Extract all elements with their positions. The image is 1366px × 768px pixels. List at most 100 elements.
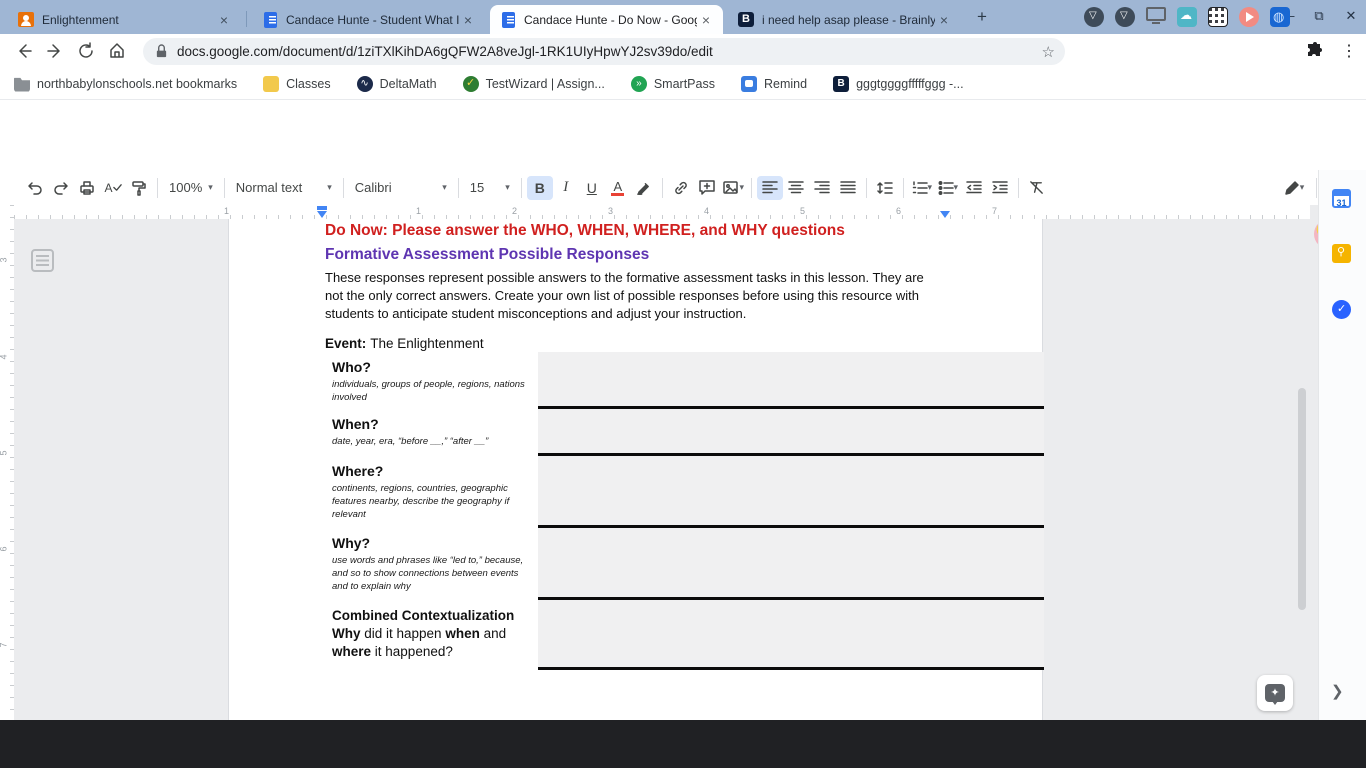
- globe-extension-icon[interactable]: [1270, 7, 1290, 27]
- tab-brainly[interactable]: B i need help asap please - Brainly ×: [728, 5, 961, 34]
- bookmark-label: Remind: [764, 77, 807, 91]
- bookmark-label: gggtggggfffffggg -...: [856, 77, 964, 91]
- extensions-puzzle-icon[interactable]: [1303, 39, 1327, 63]
- tab-close-icon[interactable]: ×: [459, 11, 477, 29]
- line-spacing-button[interactable]: [872, 176, 898, 200]
- question-hint: continents, regions, countries, geograph…: [332, 482, 532, 521]
- bookmark-star-icon[interactable]: ☆: [1042, 43, 1055, 61]
- forward-button[interactable]: [43, 39, 67, 63]
- first-line-indent-marker[interactable]: [317, 211, 327, 218]
- window-restore-button[interactable]: ⧉: [1310, 8, 1328, 24]
- window-close-button[interactable]: ✕: [1342, 8, 1360, 24]
- qr-code-extension-icon[interactable]: [1208, 7, 1228, 27]
- spellcheck-button[interactable]: A: [100, 176, 126, 200]
- tab-close-icon[interactable]: ×: [697, 11, 715, 29]
- screen-extension-icon[interactable]: [1146, 7, 1166, 21]
- google-calendar-icon[interactable]: 31: [1332, 189, 1351, 208]
- align-left-button[interactable]: [757, 176, 783, 200]
- gdocs-favicon-icon: [502, 12, 515, 28]
- bookmark-folder-schools[interactable]: northbabylonschools.net bookmarks: [14, 76, 237, 92]
- undo-button[interactable]: [22, 176, 48, 200]
- bold-button[interactable]: B: [527, 176, 553, 200]
- numbered-list-button[interactable]: ▾: [909, 176, 935, 200]
- left-indent-marker[interactable]: [317, 206, 327, 210]
- tab-do-now-active[interactable]: Candace Hunte - Do Now - Goog ×: [490, 5, 723, 34]
- tab-separator: [246, 11, 247, 27]
- answer-cell-who[interactable]: [538, 352, 1044, 409]
- shield-extension-icon[interactable]: [1115, 7, 1135, 27]
- ruler-label: 6: [0, 546, 9, 551]
- font-size-select[interactable]: 15▾: [464, 176, 516, 200]
- google-keep-icon[interactable]: [1332, 244, 1351, 263]
- increase-indent-button[interactable]: [987, 176, 1013, 200]
- question-hint: date, year, era, “before __,” “after __”: [332, 435, 532, 448]
- ruler-label: 3: [0, 257, 9, 262]
- deltamath-icon: ∿: [357, 76, 373, 92]
- tab-close-icon[interactable]: ×: [215, 11, 233, 29]
- underline-button[interactable]: U: [579, 176, 605, 200]
- document-outline-button[interactable]: [31, 249, 54, 272]
- tab-student-what-i[interactable]: Candace Hunte - Student What I ×: [252, 5, 485, 34]
- media-extension-icon[interactable]: [1239, 7, 1259, 27]
- answer-cell-where[interactable]: [538, 456, 1044, 528]
- horizontal-ruler[interactable]: 1 1 2 3 4 5 6 7: [14, 205, 1310, 219]
- doc-event-line: Event:The Enlightenment: [325, 336, 484, 351]
- insert-link-button[interactable]: [668, 176, 694, 200]
- align-right-button[interactable]: [809, 176, 835, 200]
- tab-close-icon[interactable]: ×: [935, 11, 953, 29]
- zoom-select[interactable]: 100%▾: [163, 176, 219, 200]
- bookmark-testwizard[interactable]: ✓ TestWizard | Assign...: [463, 76, 605, 92]
- clear-formatting-button[interactable]: [1024, 176, 1050, 200]
- new-tab-button[interactable]: +: [972, 7, 992, 27]
- back-button[interactable]: [12, 39, 36, 63]
- home-button[interactable]: [105, 39, 129, 63]
- insert-image-button[interactable]: ▾: [720, 176, 746, 200]
- text-color-button[interactable]: A: [605, 176, 631, 200]
- adblock-extension-icon[interactable]: [1084, 7, 1104, 27]
- explore-button[interactable]: ✦: [1257, 675, 1293, 711]
- document-page[interactable]: Do Now: Please answer the WHO, WHEN, WHE…: [228, 219, 1043, 720]
- table-row-when: When? date, year, era, “before __,” “aft…: [325, 409, 1044, 456]
- print-button[interactable]: [74, 176, 100, 200]
- bookmark-deltamath[interactable]: ∿ DeltaMath: [357, 76, 437, 92]
- cloud-extension-icon[interactable]: [1177, 7, 1197, 27]
- italic-button[interactable]: I: [553, 176, 579, 200]
- bookmark-label: Classes: [286, 77, 330, 91]
- bookmark-classes[interactable]: Classes: [263, 76, 330, 92]
- gdocs-favicon-icon: [264, 12, 277, 28]
- align-center-button[interactable]: [783, 176, 809, 200]
- vertical-ruler: 3 4 5 6 7: [0, 205, 14, 720]
- editing-mode-button[interactable]: ▾: [1281, 176, 1307, 200]
- answer-cell-combined[interactable]: [538, 600, 1044, 670]
- add-comment-button[interactable]: [694, 176, 720, 200]
- justify-button[interactable]: [835, 176, 861, 200]
- bookmark-smartpass[interactable]: » SmartPass: [631, 76, 715, 92]
- bookmark-brainly[interactable]: B gggtggggfffffggg -...: [833, 76, 964, 92]
- ruler-label: 4: [0, 354, 9, 359]
- answer-cell-when[interactable]: [538, 409, 1044, 456]
- ruler-label: 6: [896, 206, 901, 216]
- paint-format-button[interactable]: [126, 176, 152, 200]
- reload-button[interactable]: [74, 39, 98, 63]
- redo-button[interactable]: [48, 176, 74, 200]
- ruler-label: 2: [512, 206, 517, 216]
- highlight-color-button[interactable]: [631, 176, 657, 200]
- folder-icon: [14, 76, 30, 92]
- bulleted-list-button[interactable]: ▾: [935, 176, 961, 200]
- classes-icon: [263, 76, 279, 92]
- classroom-favicon-icon: [18, 12, 34, 27]
- tab-enlightenment[interactable]: Enlightenment ×: [8, 5, 241, 34]
- vertical-scrollbar[interactable]: [1298, 388, 1306, 610]
- answer-cell-why[interactable]: [538, 528, 1044, 600]
- google-tasks-icon[interactable]: [1332, 300, 1351, 319]
- browser-menu-icon[interactable]: ⋮: [1337, 39, 1361, 63]
- right-indent-marker[interactable]: [940, 211, 950, 218]
- brainly-icon: B: [833, 76, 849, 92]
- decrease-indent-button[interactable]: [961, 176, 987, 200]
- hide-side-panel-chevron[interactable]: ❯: [1331, 682, 1344, 700]
- address-bar[interactable]: docs.google.com/document/d/1ziTXlKihDA6g…: [143, 38, 1065, 65]
- paragraph-style-select[interactable]: Normal text▾: [230, 176, 338, 200]
- remind-icon: [741, 76, 757, 92]
- font-select[interactable]: Calibri▾: [349, 176, 453, 200]
- bookmark-remind[interactable]: Remind: [741, 76, 807, 92]
